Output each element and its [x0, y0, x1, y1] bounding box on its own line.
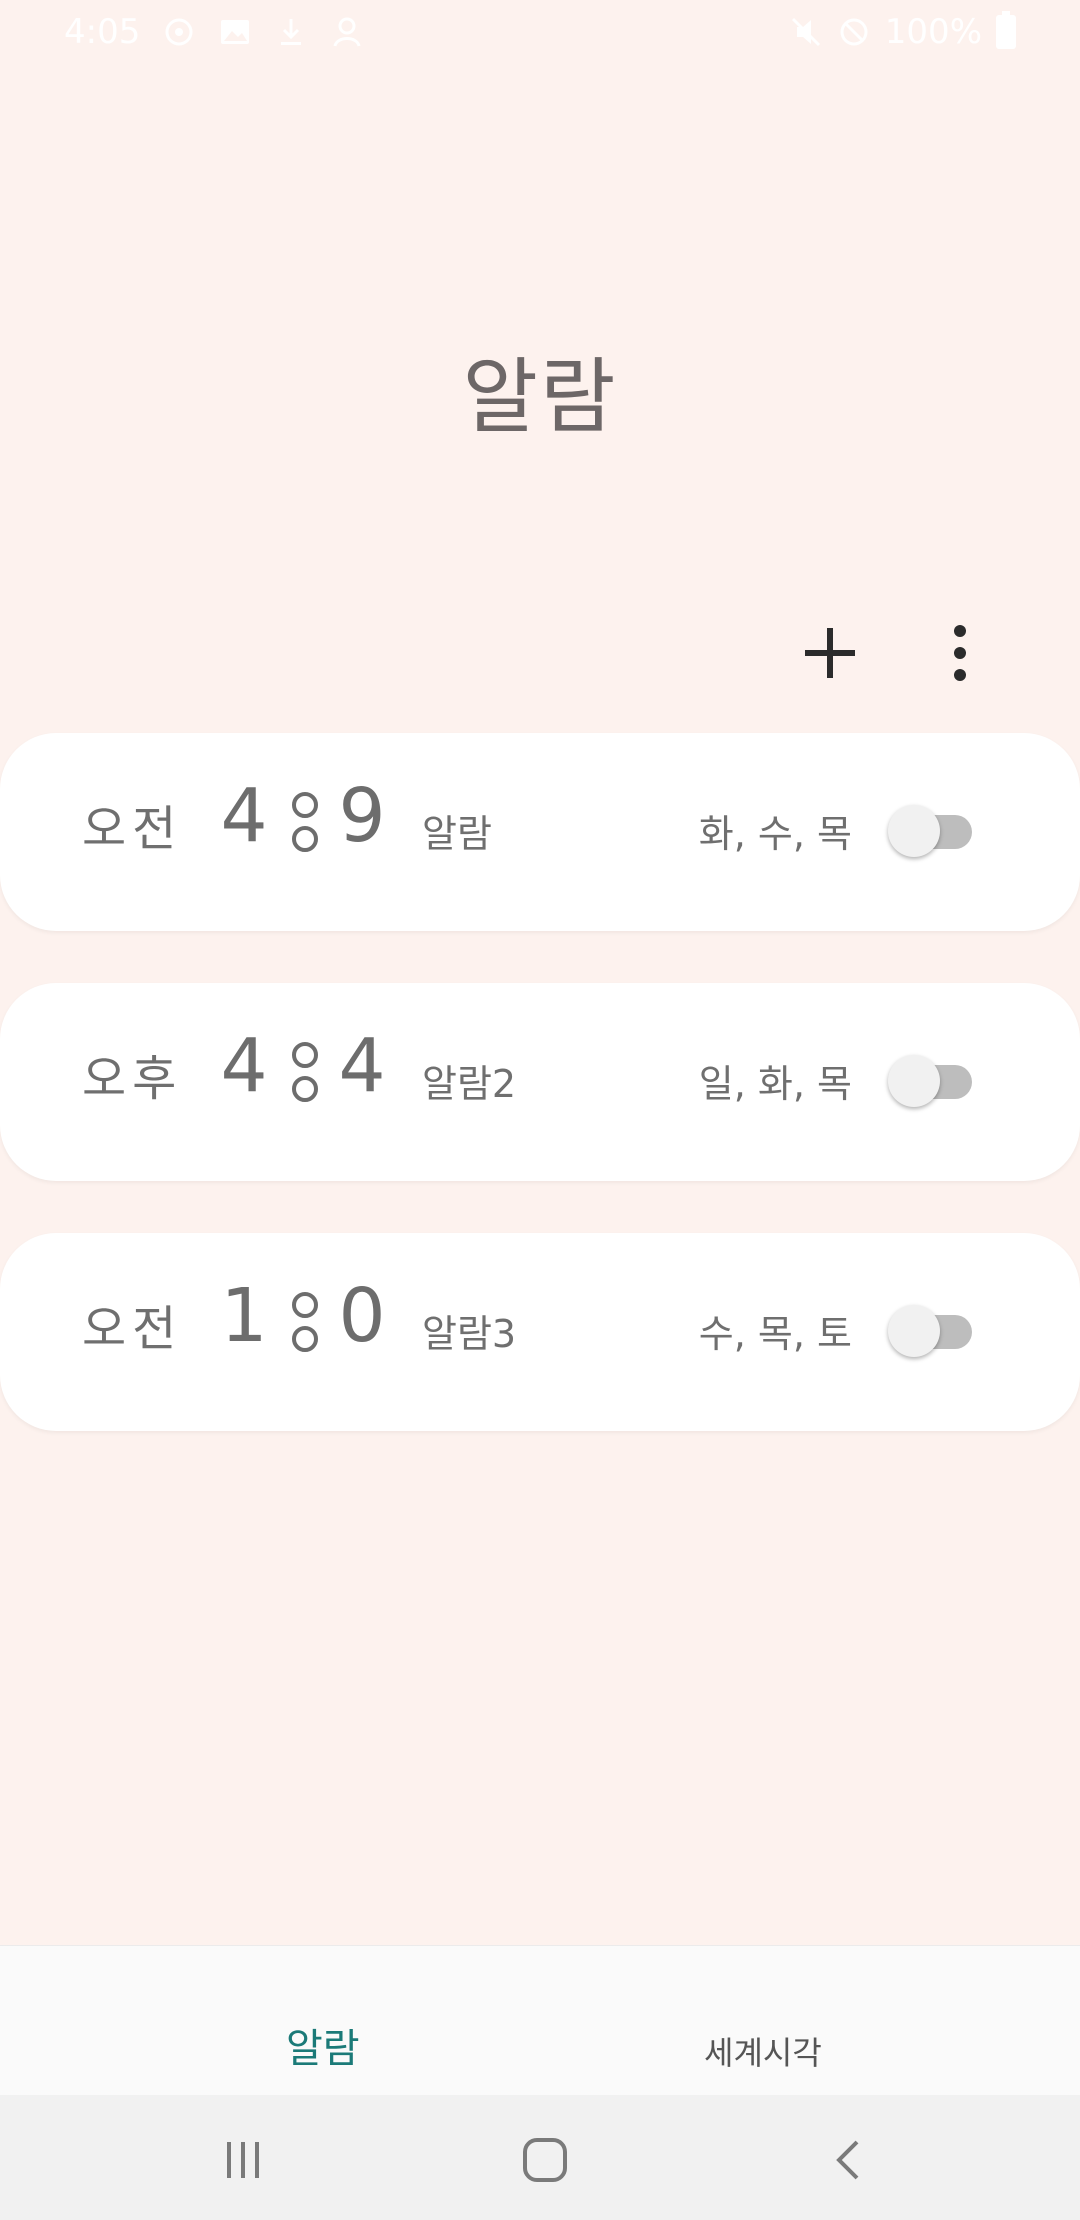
- alarm-time: 1 0: [216, 1273, 392, 1359]
- back-icon: [836, 2140, 859, 2180]
- status-bar: 4:05 100%: [0, 0, 1080, 66]
- alarm-toggle[interactable]: [888, 805, 972, 857]
- status-bar-left: 4:05: [64, 12, 364, 52]
- toggle-thumb: [888, 1305, 940, 1357]
- recents-button[interactable]: [208, 2125, 278, 2195]
- alarm-label: 알람2: [422, 1062, 517, 1106]
- alarm-toggle[interactable]: [888, 1305, 972, 1357]
- tab-alarm-label: 알람: [286, 2026, 360, 2072]
- more-options-button[interactable]: [920, 613, 1000, 693]
- alarm-toggle[interactable]: [888, 1055, 972, 1107]
- tab-world-clock[interactable]: 세계시각: [540, 1946, 1080, 2096]
- alarm-ampm: 오전: [82, 1301, 183, 1357]
- toggle-thumb: [888, 805, 940, 857]
- image-icon: [221, 20, 250, 44]
- download-icon: [281, 19, 302, 45]
- page-title: 알람: [462, 350, 618, 445]
- time-separator: [272, 1276, 332, 1356]
- plus-icon: [805, 628, 855, 678]
- mute-icon: [791, 17, 820, 47]
- alarm-item[interactable]: 오전 4 9 알람 화, 수, 목: [0, 733, 1080, 931]
- alarm-minute: 0: [338, 1273, 386, 1359]
- alarm-hour: 4: [220, 773, 268, 859]
- recents-icon: [227, 2142, 259, 2178]
- tab-alarm[interactable]: 알람: [0, 1946, 540, 2096]
- blocked-icon: [840, 18, 868, 46]
- alarm-screen: 4:05 100% 알람 오전 4 9 알람 화, 수, 목 오후 4 4 알람…: [0, 0, 1080, 2220]
- alarm-ampm: 오전: [82, 801, 183, 857]
- alarm-item[interactable]: 오후 4 4 알람2 일, 화, 목: [0, 983, 1080, 1181]
- alarm-days: 수, 목, 토: [698, 1312, 852, 1356]
- alarm-time: 4 4: [216, 1023, 392, 1109]
- bottom-tab-bar: 알람 세계시각: [0, 1945, 1080, 2095]
- alarm-label: 알람: [422, 812, 492, 856]
- alarm-time: 4 9: [216, 773, 392, 859]
- alarm-hour: 1: [220, 1273, 268, 1359]
- status-time: 4:05: [64, 12, 141, 52]
- more-vert-icon: [954, 625, 966, 681]
- home-icon: [523, 2138, 567, 2182]
- back-button[interactable]: [814, 2125, 884, 2195]
- tab-world-clock-label: 세계시각: [704, 2034, 822, 2072]
- time-separator: [272, 1026, 332, 1106]
- alarm-minute: 4: [338, 1023, 386, 1109]
- alarm-hour: 4: [220, 1023, 268, 1109]
- person-icon: [333, 17, 361, 47]
- alarm-minute: 9: [338, 773, 386, 859]
- alarm-ampm: 오후: [82, 1051, 183, 1107]
- home-button[interactable]: [510, 2125, 580, 2195]
- alarm-days: 일, 화, 목: [698, 1062, 852, 1106]
- status-bar-right: 100%: [789, 11, 1016, 52]
- battery-icon: [996, 11, 1016, 49]
- sync-icon: [165, 18, 193, 46]
- alarm-days: 화, 수, 목: [698, 812, 852, 856]
- alarm-item[interactable]: 오전 1 0 알람3 수, 목, 토: [0, 1233, 1080, 1431]
- battery-percent: 100%: [884, 12, 982, 52]
- time-separator: [272, 776, 332, 856]
- alarm-label: 알람3: [422, 1312, 517, 1356]
- toggle-thumb: [888, 1055, 940, 1107]
- system-nav-bar: [0, 2095, 1080, 2220]
- add-alarm-button[interactable]: [790, 613, 870, 693]
